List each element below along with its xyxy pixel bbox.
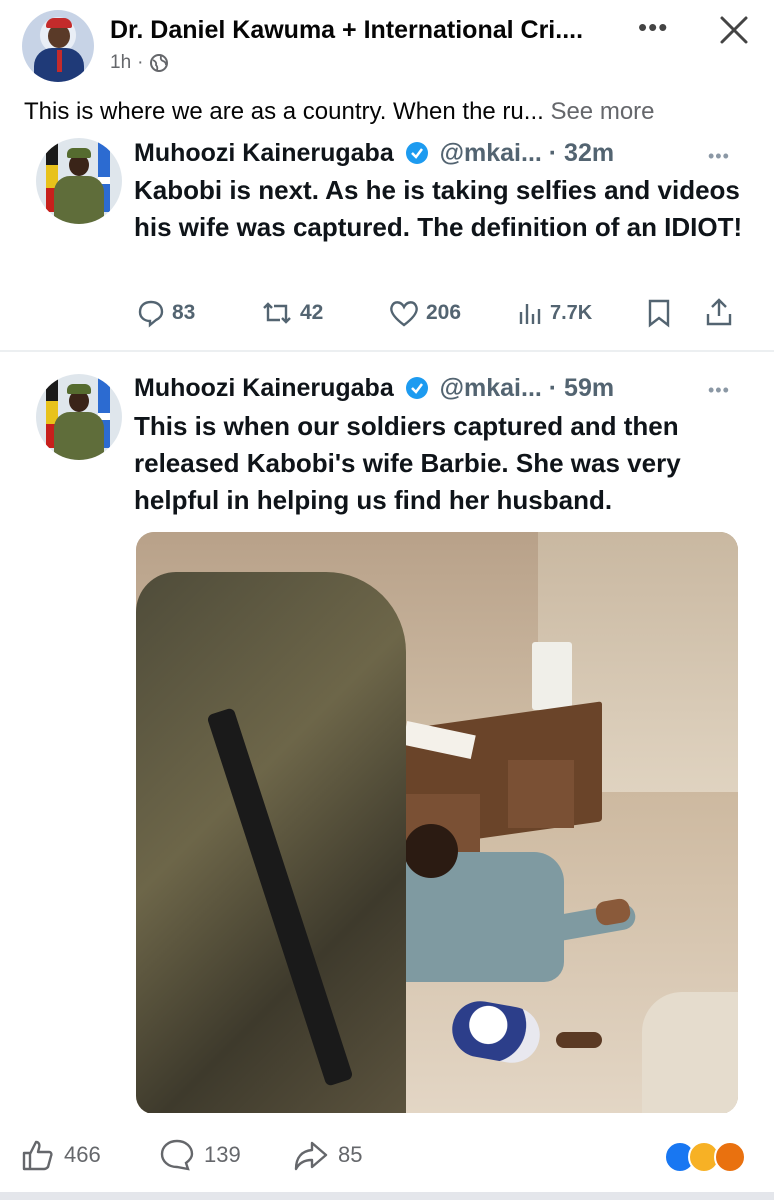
author-name[interactable]: Dr. Daniel Kawuma + International Cri...… bbox=[110, 16, 630, 45]
share-count-label: 85 bbox=[338, 1142, 363, 1167]
bookmark-icon bbox=[648, 299, 670, 328]
comment-icon bbox=[160, 1139, 194, 1171]
tweet-header: Muhoozi Kainerugaba @mkai... · 32m bbox=[134, 139, 614, 168]
tweet-divider bbox=[0, 350, 774, 352]
like-count: 206 bbox=[388, 298, 461, 328]
tweet-author-name: Muhoozi Kainerugaba bbox=[134, 139, 394, 167]
reply-count-label: 83 bbox=[172, 301, 196, 324]
like-count-label: 466 bbox=[64, 1142, 101, 1167]
close-icon[interactable] bbox=[714, 10, 754, 50]
reply-icon bbox=[138, 300, 164, 328]
views-icon bbox=[519, 304, 541, 324]
post-meta: 1h · bbox=[110, 52, 169, 74]
tweet-author-name: Muhoozi Kainerugaba bbox=[134, 374, 394, 402]
tweet-handle: @mkai... · 32m bbox=[439, 139, 615, 167]
post-text-content: This is where we are as a country. When … bbox=[24, 98, 544, 125]
tweet-more-icon: ••• bbox=[708, 146, 730, 166]
verified-badge-icon bbox=[405, 377, 428, 399]
tweet-avatar bbox=[36, 138, 122, 224]
embedded-screenshot[interactable]: Muhoozi Kainerugaba @mkai... · 32m ••• K… bbox=[0, 138, 774, 1113]
author-avatar[interactable] bbox=[22, 10, 94, 82]
tweet-photo bbox=[136, 532, 738, 1113]
post-time[interactable]: 1h bbox=[110, 52, 131, 74]
tweet-handle: @mkai... · 59m bbox=[439, 374, 615, 402]
retweet-count: 42 bbox=[260, 298, 323, 328]
like-count-label: 206 bbox=[426, 301, 462, 324]
views-count: 7.7K bbox=[518, 298, 592, 328]
verified-badge-icon bbox=[405, 142, 428, 164]
tweet-avatar bbox=[36, 374, 122, 460]
post-actions-bar: 466 139 85 bbox=[0, 1113, 774, 1200]
share-button[interactable]: 85 bbox=[292, 1137, 362, 1173]
retweet-count-label: 42 bbox=[300, 301, 324, 324]
post-text: This is where we are as a country. When … bbox=[24, 98, 655, 126]
share-arrow-icon bbox=[294, 1141, 328, 1171]
retweet-icon bbox=[263, 302, 291, 324]
views-count-label: 7.7K bbox=[550, 301, 593, 324]
comment-button[interactable]: 139 bbox=[158, 1137, 241, 1173]
angry-reaction-icon[interactable] bbox=[714, 1141, 746, 1173]
tweet-more-icon: ••• bbox=[708, 380, 730, 400]
reply-count: 83 bbox=[136, 298, 195, 328]
see-more-link[interactable]: See more bbox=[550, 98, 654, 125]
tweet-header: Muhoozi Kainerugaba @mkai... · 59m bbox=[134, 374, 614, 403]
heart-icon bbox=[390, 301, 418, 327]
share-icon bbox=[706, 298, 732, 326]
comment-count-label: 139 bbox=[204, 1142, 241, 1167]
more-options-icon[interactable]: ••• bbox=[638, 12, 668, 43]
like-button[interactable]: 466 bbox=[20, 1137, 101, 1173]
globe-icon bbox=[150, 54, 169, 72]
thumbs-up-icon bbox=[22, 1140, 53, 1171]
tweet-text: Kabobi is next. As he is taking selfies … bbox=[134, 175, 743, 242]
meta-separator: · bbox=[137, 52, 144, 73]
tweet-text: This is when our soldiers captured and t… bbox=[134, 411, 681, 515]
bottom-separator bbox=[0, 1192, 774, 1200]
